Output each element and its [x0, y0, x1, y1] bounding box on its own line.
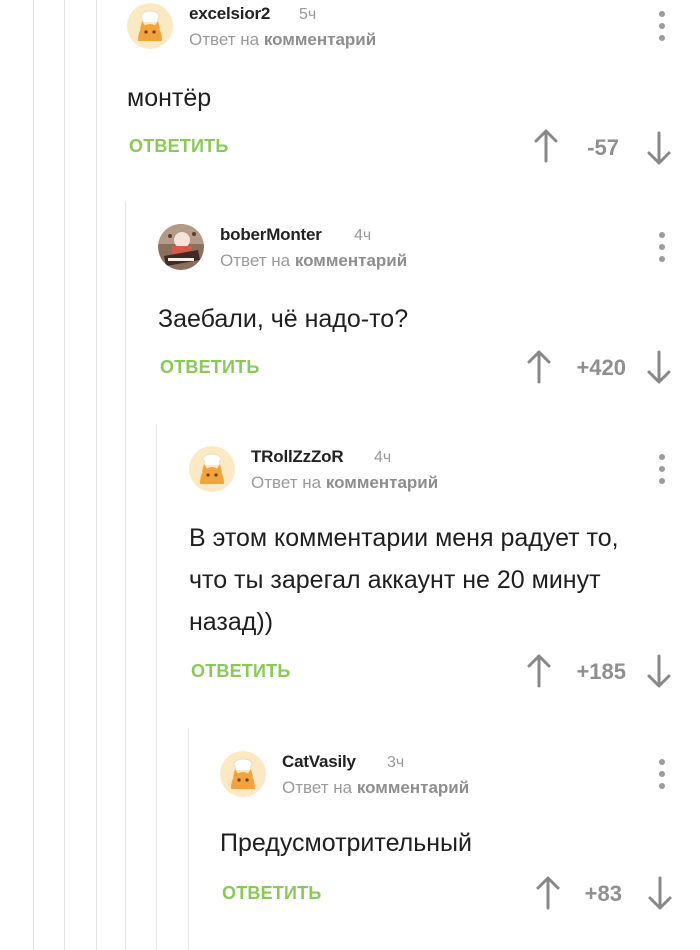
comment-text: В этом комментарии меня радует то, что т… — [189, 524, 619, 636]
arrow-down-icon[interactable] — [646, 654, 672, 688]
reply-to-prefix: Ответ на — [282, 778, 353, 797]
thread-line-level-2 — [64, 0, 65, 950]
thread-line-level-4 — [125, 202, 126, 950]
more-vertical-icon[interactable] — [656, 454, 668, 484]
comment-text: Предусмотрительный — [220, 829, 472, 857]
author-name[interactable]: boberMonter — [220, 225, 322, 245]
reply-button[interactable]: ОТВЕТИТЬ — [222, 883, 321, 904]
reply-to-label: Ответ на комментарий — [220, 251, 407, 271]
arrow-up-icon[interactable] — [526, 350, 552, 384]
reply-to-label: Ответ на комментарий — [251, 473, 438, 493]
thread-line-level-1 — [33, 0, 34, 950]
comment-time: 5ч — [299, 6, 317, 23]
reply-to-prefix: Ответ на — [220, 251, 291, 270]
comment: CatVasily 3ч Ответ на комментарий Предус… — [220, 751, 700, 921]
more-vertical-icon[interactable] — [656, 11, 668, 41]
reply-to-prefix: Ответ на — [189, 30, 260, 49]
arrow-down-icon[interactable] — [646, 131, 672, 165]
author-name[interactable]: CatVasily — [282, 752, 356, 772]
avatar[interactable] — [158, 224, 204, 270]
comment: excelsior2 5ч Ответ на комментарий монтё… — [127, 3, 700, 173]
author-name[interactable]: TRollZzZoR — [251, 447, 344, 467]
chef-cat-avatar-icon — [189, 446, 235, 492]
comment-time: 4ч — [354, 227, 372, 244]
arrow-up-icon[interactable] — [526, 654, 552, 688]
photo-avatar-icon — [158, 224, 204, 270]
thread-line-level-6 — [188, 728, 189, 950]
more-vertical-icon[interactable] — [656, 759, 668, 789]
author-name[interactable]: excelsior2 — [189, 4, 270, 24]
rating-value: +420 — [576, 355, 626, 380]
chef-cat-avatar-icon — [220, 751, 266, 797]
reply-button[interactable]: ОТВЕТИТЬ — [129, 136, 228, 157]
reply-to-link[interactable]: комментарий — [357, 778, 469, 797]
more-vertical-icon[interactable] — [656, 232, 668, 262]
avatar[interactable] — [127, 3, 173, 49]
comment: TRollZzZoR 4ч Ответ на комментарий В это… — [189, 446, 700, 696]
reply-to-prefix: Ответ на — [251, 473, 322, 492]
rating-value: +185 — [576, 659, 626, 684]
reply-to-label: Ответ на комментарий — [189, 30, 376, 50]
comment-text: Заебали, чё надо-то? — [158, 305, 409, 333]
rating-value: -57 — [587, 135, 619, 160]
reply-to-link[interactable]: комментарий — [326, 473, 438, 492]
thread-line-level-5 — [156, 424, 157, 950]
rating-value: +83 — [584, 881, 622, 906]
reply-to-label: Ответ на комментарий — [282, 778, 469, 798]
reply-to-link[interactable]: комментарий — [264, 30, 376, 49]
chef-cat-avatar-icon — [127, 3, 173, 49]
avatar[interactable] — [189, 446, 235, 492]
comment: boberMonter 4ч Ответ на комментарий Заеб… — [158, 224, 700, 394]
reply-to-link[interactable]: комментарий — [295, 251, 407, 270]
thread-line-level-3 — [96, 0, 97, 950]
arrow-down-icon[interactable] — [646, 350, 672, 384]
comment-text: монтёр — [127, 84, 212, 112]
arrow-down-icon[interactable] — [647, 876, 673, 910]
reply-button[interactable]: ОТВЕТИТЬ — [160, 357, 259, 378]
reply-button[interactable]: ОТВЕТИТЬ — [191, 661, 290, 682]
comment-time: 3ч — [387, 754, 405, 771]
comment-time: 4ч — [374, 449, 392, 466]
avatar[interactable] — [220, 751, 266, 797]
